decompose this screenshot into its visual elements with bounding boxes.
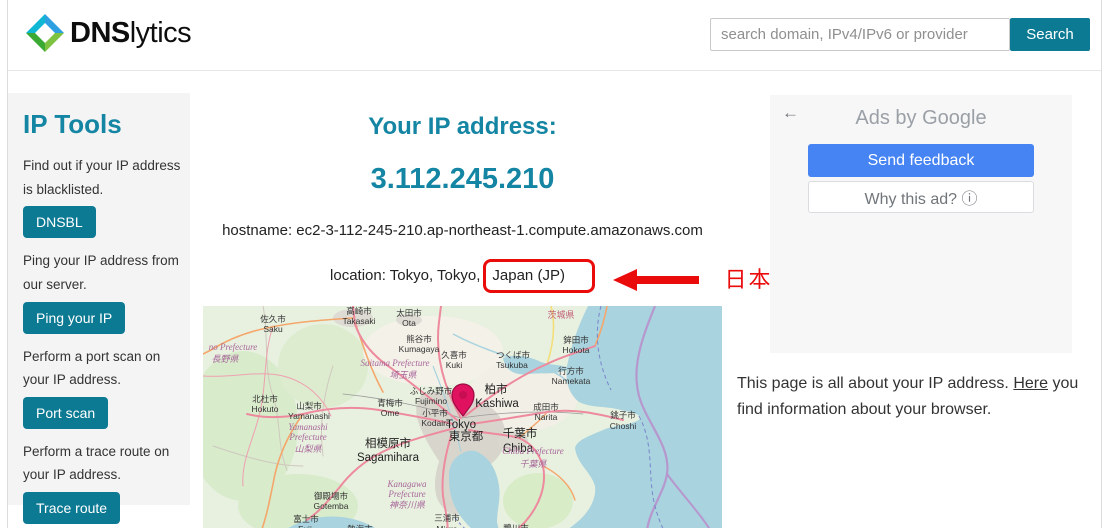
header-divider [8,70,1101,71]
page-title: Your IP address: [203,113,722,141]
map-label: Tsukuba [496,360,528,370]
map-label: 相模原市 [365,436,411,450]
google-ad-panel: ← Ads by Google Send feedback Why this a… [770,95,1072,353]
map-label: 高崎市 [346,306,372,316]
right-window-edge [1101,0,1102,528]
map-label: Hokuto [252,404,279,414]
ping-button[interactable]: Ping your IP [23,302,125,334]
map-label: 小平市 [422,408,448,418]
traceroute-description: Perform a trace route on your IP address… [23,440,184,487]
portscan-button[interactable]: Port scan [23,397,108,429]
map-label: 佐久市 [260,314,286,324]
red-arrow-head-icon [613,269,637,291]
annotation-label-japan: 日本 [725,263,773,297]
why-this-ad-button[interactable]: Why this ad? ⓘ [808,181,1034,213]
map-label: 山梨県 [294,444,322,454]
map-label: 成田市 [533,402,559,412]
map-label: 富士市 [293,514,319,524]
map-label: つくば市 [496,350,531,360]
map-label: 鉾田市 [563,335,589,345]
map-label: Saitama Prefecture [360,358,429,368]
map-label: Ome [381,408,400,418]
map-label: 熊谷市 [406,334,432,344]
search-button[interactable]: Search [1010,18,1090,51]
location-text: location: Tokyo, Tokyo, [330,267,480,284]
map-label: Hokota [563,345,590,355]
header: DNSlytics Search [8,0,1101,70]
map-label: 三浦市 [434,513,460,523]
logo-lytics: lytics [130,17,191,49]
location-country-highlight-box: Japan (JP) [483,259,595,293]
map-label: Kumagaya [399,344,440,354]
map-label: Miura [436,524,458,528]
dnslytics-diamond-icon [25,13,65,53]
page: DNSlytics Search IP Tools Find out if yo… [0,0,1113,528]
map-label: 柏市 [485,382,508,396]
ping-description: Ping your IP address from our server. [23,249,184,296]
sidebar-title: IP Tools [23,109,184,140]
map-label: 山梨市 [296,401,322,411]
logo-dns: DNS [70,17,130,49]
map-label: 行方市 [558,366,584,376]
map-label: Prefecture [288,432,326,442]
red-arrow-shaft [637,276,699,284]
map-label: 銚子市 [610,410,636,420]
map-label: 青梅市 [377,398,403,408]
map-label: Narita [535,412,558,422]
map-label: Gotemba [314,501,349,511]
map-label: no Prefecture [209,342,258,352]
map-label: Takasaki [342,316,375,326]
ad-back-arrow-icon[interactable]: ← [782,103,799,123]
map-label: 千葉市 [503,426,538,440]
map-label: Kashiwa [475,398,519,410]
site-logo[interactable]: DNSlytics [25,13,191,53]
about-paragraph: This page is all about your IP address. … [737,371,1105,424]
map-label: 埼玉県 [389,370,417,380]
location-line: location: Tokyo, Tokyo,Japan (JP) 日本 [203,259,722,293]
map-label: ふじみ野市 [410,386,453,396]
map-label: Kanagawa [386,479,427,489]
map-label: 御殿場市 [314,491,349,501]
dnsbl-button[interactable]: DNSBL [23,206,96,238]
logo-text: DNSlytics [70,17,191,50]
map-label: 北杜市 [252,394,278,404]
map-label: Prefecture [387,489,425,499]
map-label: Fujimino [415,396,447,406]
map-label: 千葉県 [519,459,547,469]
map-label: Kuki [446,360,463,370]
map-label: 太田市 [396,308,422,318]
map-label: Ota [402,318,416,328]
ads-by-google-label: Ads by Google [770,107,1072,130]
map-label: Yamanashi [288,411,330,421]
map-label: Namekata [552,376,591,386]
dnsbl-description: Find out if your IP address is blacklist… [23,154,184,201]
map-label: Choshi [610,421,637,431]
osm-map[interactable]: 佐久市Saku 高崎市Takasaki 太田市Ota 熊谷市Kumagaya久喜市Ku… [203,306,722,528]
map-label: Saku [263,324,283,334]
annotation: 日本 [613,263,773,297]
map-label: 鴨川市 [503,523,529,528]
map-label: Sagamihara [357,452,420,464]
sidebar-ip-tools: IP Tools Find out if your IP address is … [8,93,190,505]
map-label: 東京都 [449,429,484,443]
main-content: Your IP address: 3.112.245.210 hostname:… [203,95,722,528]
ip-address-value: 3.112.245.210 [203,163,722,196]
map-label: Yamanashi [288,422,328,432]
map-label: 茨城県 [547,309,574,320]
map-label: Tokyo [446,419,476,431]
hostname-line: hostname: ec2-3-112-245-210.ap-northeast… [203,222,722,239]
map-label: 熱海市 [347,524,373,528]
map-label: 神奈川県 [389,500,426,510]
portscan-description: Perform a port scan on your IP address. [23,345,184,392]
map-label: Fuji [298,524,312,528]
map-label: 久喜市 [441,350,467,360]
search-input[interactable] [710,18,1010,51]
traceroute-button[interactable]: Trace route [23,492,120,524]
here-link[interactable]: Here [1013,375,1048,392]
about-text-before: This page is all about your IP address. [737,375,1013,392]
map-label: 長野県 [211,354,239,364]
send-feedback-button[interactable]: Send feedback [808,144,1034,177]
map-canvas: 佐久市Saku 高崎市Takasaki 太田市Ota 熊谷市Kumagaya久喜市Ku… [203,306,722,528]
map-label: Chiba Prefecture [502,446,564,456]
